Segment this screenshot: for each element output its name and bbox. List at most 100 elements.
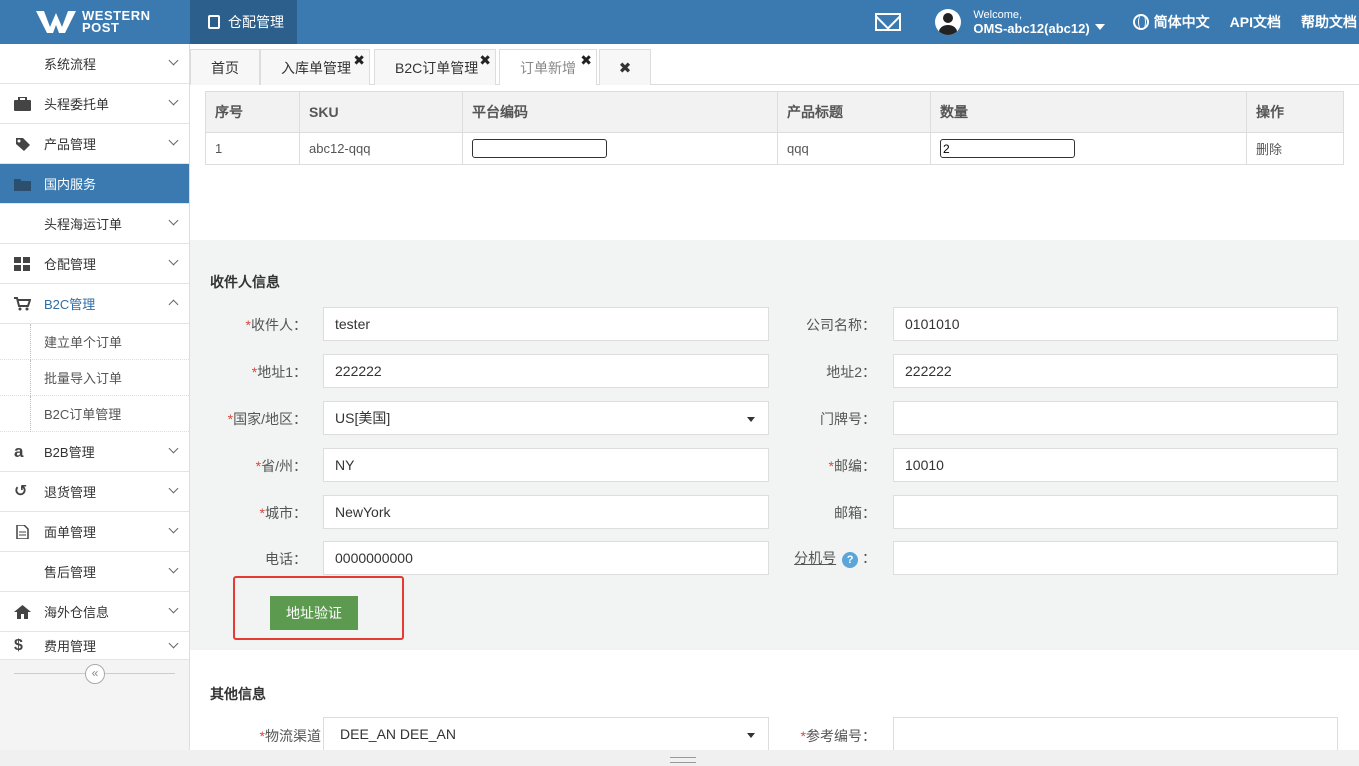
sidebar-item-sea-orders[interactable]: 头程海运订单 [0, 204, 189, 244]
folder-icon [14, 179, 31, 191]
sidebar-subitem-batch-import[interactable]: 批量导入订单 [0, 360, 189, 396]
country-label: *国家/地区： [227, 411, 307, 427]
sidebar-item-label: 系统流程 [44, 57, 97, 72]
logo-w-icon [36, 11, 76, 33]
sidebar-subitem-create-order[interactable]: 建立单个订单 [0, 324, 189, 360]
resize-handle[interactable] [0, 750, 1359, 766]
module-label: 仓配管理 [228, 14, 284, 30]
caret-down-icon [747, 417, 755, 422]
phone-label: 电话： [265, 551, 307, 567]
chevron-up-icon [168, 299, 179, 310]
close-all-tabs-button[interactable]: ✖ [599, 49, 651, 85]
sidebar-item-fees[interactable]: $ 费用管理 [0, 632, 189, 660]
sidebar-item-label: 费用管理 [44, 639, 97, 654]
company-input[interactable]: 0101010 [893, 307, 1338, 341]
help-icon[interactable]: ? [842, 552, 859, 568]
company-label: 公司名称： [806, 317, 876, 333]
module-switcher[interactable]: 仓配管理 [190, 0, 297, 44]
channel-value: DEE_AN DEE_AN [340, 726, 456, 742]
sidebar-item-b2c[interactable]: B2C管理 [0, 284, 189, 324]
extension-input[interactable] [893, 541, 1338, 575]
chevron-down-icon [168, 523, 179, 534]
platform-code-input[interactable] [472, 139, 607, 158]
column-header: 操作 [1246, 91, 1344, 133]
tab-label: B2C订单管理 [395, 59, 479, 76]
state-input[interactable]: NY [323, 448, 769, 482]
chevron-down-icon [168, 443, 179, 454]
help-docs-link[interactable]: 帮助文档 [1301, 12, 1357, 32]
grid-icon [14, 257, 30, 271]
avatar-icon [935, 9, 962, 35]
sidebar: 系统流程 头程委托单 产品管理 国内服务 头程海运订单 仓配管理 B2C管理 建… [0, 44, 190, 766]
country-select[interactable]: US[美国] [323, 401, 769, 435]
collapse-sidebar-icon[interactable]: « [85, 664, 105, 684]
cell-title: qqq [777, 132, 931, 165]
tab-new-order[interactable]: 订单新增 ✖ [499, 49, 597, 85]
amazon-icon: a [14, 442, 24, 461]
sidebar-item-domestic[interactable]: 国内服务 [0, 164, 189, 204]
brand-logo[interactable]: WESTERN POST [0, 0, 190, 44]
chevron-down-icon [168, 603, 179, 614]
tag-icon [16, 138, 30, 151]
sidebar-item-warehouse[interactable]: 仓配管理 [0, 244, 189, 284]
recipient-name-input[interactable]: tester [323, 307, 769, 341]
column-header: 序号 [205, 91, 300, 133]
undo-icon: ↺ [14, 483, 28, 500]
address1-input[interactable]: 222222 [323, 354, 769, 388]
mail-icon[interactable] [875, 13, 902, 31]
language-switcher[interactable]: 简体中文 [1132, 12, 1210, 32]
house-number-input[interactable] [893, 401, 1338, 435]
tab-b2c-orders[interactable]: B2C订单管理 ✖ [374, 49, 496, 85]
email-label: 邮箱： [834, 505, 876, 521]
extension-label: 分机号? ： [794, 550, 876, 568]
user-menu[interactable]: Welcome, OMS-abc12(abc12) [935, 8, 1105, 36]
sidebar-item-first-leg[interactable]: 头程委托单 [0, 84, 189, 124]
zip-input[interactable]: 10010 [893, 448, 1338, 482]
delete-link[interactable]: 删除 [1246, 132, 1344, 165]
chevron-down-icon [168, 215, 179, 226]
recipient-section: 收件人信息 *收件人： tester 公司名称： 0101010 *地址1： 2… [190, 240, 1359, 650]
sidebar-item-system-flow[interactable]: 系统流程 [0, 44, 189, 84]
sidebar-item-labels[interactable]: 面单管理 [0, 512, 189, 552]
briefcase-icon [14, 97, 31, 111]
sidebar-item-after-sales[interactable]: 售后管理 [0, 552, 189, 592]
phone-input[interactable]: 0000000000 [323, 541, 769, 575]
home-icon [14, 605, 31, 619]
address1-label: *地址1： [251, 364, 307, 380]
reference-input[interactable] [893, 717, 1338, 750]
sidebar-item-products[interactable]: 产品管理 [0, 124, 189, 164]
sidebar-item-b2b[interactable]: a B2B管理 [0, 432, 189, 472]
tab-label: 订单新增 [520, 59, 576, 76]
sidebar-item-overseas-warehouse[interactable]: 海外仓信息 [0, 592, 189, 632]
sidebar-item-label: 仓配管理 [44, 257, 97, 272]
cell-sku: abc12-qqq [299, 132, 463, 165]
quantity-input[interactable] [940, 139, 1075, 158]
language-label: 简体中文 [1153, 14, 1210, 30]
reference-label: *参考编号： [800, 728, 876, 744]
sidebar-subitem-b2c-orders[interactable]: B2C订单管理 [0, 396, 189, 432]
column-header: 平台编码 [462, 91, 778, 133]
recipient-name-label: *收件人： [245, 317, 307, 333]
tab-inbound[interactable]: 入库单管理 ✖ [260, 49, 370, 85]
email-input[interactable] [893, 495, 1338, 529]
caret-down-icon [1094, 24, 1105, 30]
close-icon[interactable]: ✖ [580, 52, 592, 69]
sidebar-item-returns[interactable]: ↺ 退货管理 [0, 472, 189, 512]
caret-down-icon [747, 733, 755, 738]
api-docs-link[interactable]: API文档 [1230, 12, 1281, 32]
channel-select[interactable]: DEE_AN DEE_AN [323, 717, 769, 750]
close-icon: ✖ [618, 59, 632, 77]
city-input[interactable]: NewYork [323, 495, 769, 529]
sidebar-item-label: 头程委托单 [44, 97, 110, 112]
table-row: 1 abc12-qqq qqq 删除 [205, 132, 1344, 165]
close-icon[interactable]: ✖ [479, 52, 491, 69]
tab-home[interactable]: 首页 [190, 49, 260, 85]
close-icon[interactable]: ✖ [353, 52, 365, 69]
sidebar-item-label: 面单管理 [44, 525, 97, 540]
username: OMS-abc12(abc12) [973, 21, 1090, 36]
verify-address-button[interactable]: 地址验证 [270, 596, 358, 630]
address2-input[interactable]: 222222 [893, 354, 1338, 388]
other-info-section: 其他信息 *物流渠道： DEE_AN DEE_AN *参考编号： [190, 650, 1359, 750]
sidebar-collapse-bar: « [0, 660, 189, 688]
tab-bar: 首页 入库单管理 ✖ B2C订单管理 ✖ 订单新增 ✖ ✖ [190, 44, 1359, 85]
